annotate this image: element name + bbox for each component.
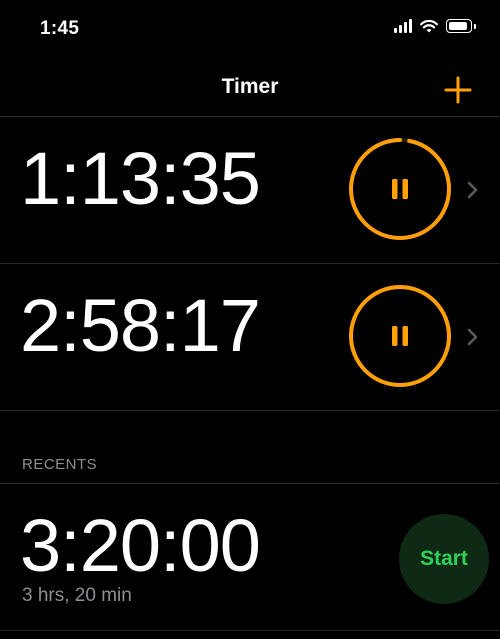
battery-icon bbox=[446, 19, 476, 33]
timer-row[interactable]: 1:13:35 bbox=[0, 117, 500, 264]
pause-button[interactable] bbox=[348, 137, 452, 241]
wifi-icon bbox=[420, 19, 438, 33]
pause-icon bbox=[392, 326, 408, 346]
timer-row[interactable]: 2:58:17 bbox=[0, 264, 500, 411]
status-bar: 1:45 bbox=[0, 0, 500, 60]
pause-icon bbox=[392, 179, 408, 199]
add-timer-button[interactable] bbox=[438, 70, 478, 110]
nav-bar: Timer bbox=[0, 60, 500, 117]
cellular-signal-icon bbox=[394, 19, 412, 33]
page-title: Timer bbox=[221, 75, 279, 98]
recents-header: RECENTS bbox=[22, 456, 98, 473]
recent-timer-row[interactable]: 3:20:00 3 hrs, 20 min Start bbox=[0, 484, 500, 631]
recent-timer-duration: 3:20:00 bbox=[20, 504, 261, 587]
plus-icon bbox=[444, 76, 472, 104]
chevron-right-icon[interactable] bbox=[466, 180, 480, 200]
status-time: 1:45 bbox=[40, 18, 80, 39]
timer-remaining-time: 2:58:17 bbox=[20, 284, 261, 367]
chevron-right-icon[interactable] bbox=[466, 327, 480, 347]
timer-remaining-time: 1:13:35 bbox=[20, 137, 261, 220]
pause-button[interactable] bbox=[348, 284, 452, 388]
start-button[interactable]: Start bbox=[399, 514, 489, 604]
status-icons bbox=[394, 19, 476, 33]
recent-timer-label: 3 hrs, 20 min bbox=[22, 585, 132, 606]
start-button-label: Start bbox=[420, 547, 468, 570]
